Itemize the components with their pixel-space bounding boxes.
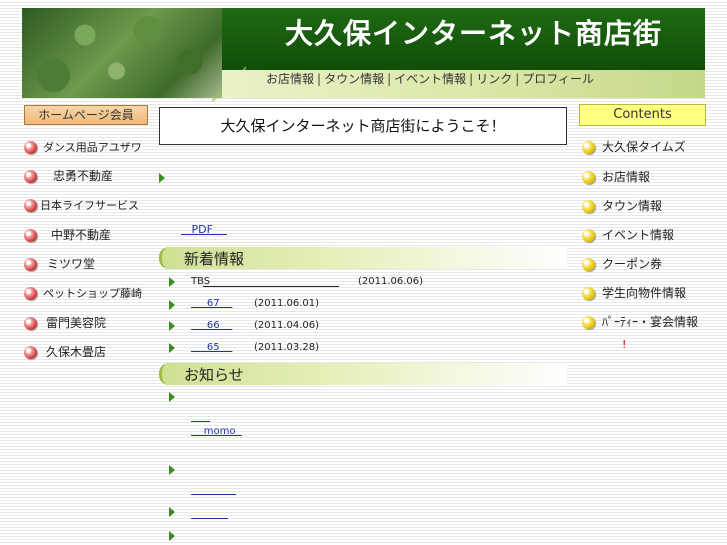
nav-profile[interactable]: プロフィール — [522, 72, 594, 86]
member-link-mitsuwado[interactable]: ミツワ堂 — [24, 255, 95, 273]
contents-label: クーポン券 — [602, 257, 663, 271]
contents-link-party[interactable]: ﾊﾟｰﾃｨｰ・宴会情報 — [582, 313, 698, 331]
contents-label: お店情報 — [602, 170, 651, 184]
news-section-header: 新着情報 — [159, 247, 567, 269]
contents-label: 学生向物件情報 — [602, 286, 687, 300]
news-item-link[interactable]: 65 — [191, 342, 232, 353]
nav-town-info[interactable]: タウン情報 — [324, 72, 384, 86]
green-triangle-icon — [169, 321, 175, 331]
pink-ball-icon — [24, 199, 37, 212]
pdf-link[interactable]: PDF — [181, 223, 227, 236]
nav-shop-info[interactable]: お店情報 — [266, 72, 314, 86]
news-item-date: (2011.06.06) — [358, 276, 424, 287]
member-link-kaminarimon[interactable]: 雷門美容院 — [24, 314, 106, 332]
member-link-kuboki[interactable]: 久保木畳店 — [24, 343, 106, 361]
notice-section-title: お知らせ — [184, 366, 244, 384]
nav-separator: | — [387, 72, 392, 86]
notice-link-short[interactable] — [191, 421, 210, 422]
yellow-ball-icon — [582, 316, 595, 329]
green-triangle-icon — [169, 277, 175, 287]
new-marker: ! — [622, 338, 627, 351]
member-label: ダンス用品アユザワ — [43, 141, 142, 154]
yellow-ball-icon — [582, 287, 595, 300]
member-label: 日本ライフサービス — [40, 199, 139, 212]
news-item-date: (2011.03.28) — [254, 342, 320, 353]
green-triangle-icon — [169, 531, 175, 541]
pink-ball-icon — [24, 287, 37, 300]
pink-ball-icon — [24, 141, 37, 154]
pink-ball-icon — [24, 229, 37, 242]
member-link-fujisaki[interactable]: ペットショップ藤崎 — [24, 284, 142, 302]
members-heading: ホームページ会員 — [24, 105, 148, 125]
news-item-link[interactable]: 67 — [191, 298, 232, 309]
green-triangle-icon — [159, 173, 165, 183]
contents-link-town-info[interactable]: タウン情報 — [582, 197, 662, 215]
contents-label: ﾊﾟｰﾃｨｰ・宴会情報 — [602, 315, 699, 329]
news-item-date: (2011.04.06) — [254, 320, 320, 331]
nav-event-info[interactable]: イベント情報 — [394, 72, 466, 86]
yellow-ball-icon — [582, 200, 595, 213]
news-section-title: 新着情報 — [184, 250, 245, 268]
member-label: ペットショップ藤崎 — [43, 287, 142, 300]
news-item-link[interactable]: 66 — [191, 320, 232, 331]
member-link-ayuzawa[interactable]: ダンス用品アユザワ — [24, 138, 142, 156]
contents-label: タウン情報 — [602, 199, 663, 213]
member-label: ミツワ堂 — [47, 257, 96, 271]
contents-label: イベント情報 — [602, 228, 675, 242]
member-label: 忠勇不動産 — [53, 169, 114, 183]
contents-link-shop-info[interactable]: お店情報 — [582, 168, 650, 186]
nav-separator: | — [317, 72, 322, 86]
member-label: 久保木畳店 — [46, 345, 107, 359]
green-triangle-icon — [169, 343, 175, 353]
member-label: 雷門美容院 — [46, 316, 107, 330]
pink-ball-icon — [24, 258, 37, 271]
notice-link[interactable] — [191, 494, 236, 495]
contents-heading: Contents — [579, 104, 706, 126]
nav-separator: | — [515, 72, 520, 86]
nav-links[interactable]: リンク — [476, 72, 512, 86]
notice-section-header: お知らせ — [159, 363, 567, 385]
pink-ball-icon — [24, 346, 37, 359]
member-link-nakano[interactable]: 中野不動産 — [24, 226, 111, 244]
member-label: 中野不動産 — [51, 228, 112, 242]
pink-ball-icon — [24, 317, 37, 330]
news-item-link[interactable] — [203, 286, 339, 287]
pink-ball-icon — [24, 170, 37, 183]
green-triangle-icon — [169, 300, 175, 310]
contents-link-event-info[interactable]: イベント情報 — [582, 226, 674, 244]
nav-separator: | — [469, 72, 474, 86]
top-nav: お店情報 | タウン情報 | イベント情報 | リンク | プロフィール — [266, 70, 594, 87]
notice-link-momo[interactable]: momo — [191, 426, 242, 437]
header-park-photo — [22, 8, 232, 98]
contents-link-coupon[interactable]: クーポン券 — [582, 255, 662, 273]
member-link-chuyu[interactable]: 忠勇不動産 — [24, 167, 113, 185]
yellow-ball-icon — [582, 229, 595, 242]
welcome-banner: 大久保インターネット商店街にようこそ！ — [159, 107, 567, 145]
contents-link-student-housing[interactable]: 学生向物件情報 — [582, 284, 686, 302]
site-title[interactable]: 大久保インターネット商店街 — [285, 12, 662, 52]
news-item-date: (2011.06.01) — [254, 298, 320, 309]
yellow-ball-icon — [582, 258, 595, 271]
contents-link-okubo-times[interactable]: 大久保タイムズ — [582, 138, 686, 156]
yellow-ball-icon — [582, 171, 595, 184]
contents-label: 大久保タイムズ — [602, 140, 686, 154]
member-link-nihon-life[interactable]: 日本ライフサービス — [24, 196, 139, 214]
green-triangle-icon — [169, 507, 175, 517]
green-triangle-icon — [169, 392, 175, 402]
green-triangle-icon — [169, 465, 175, 475]
notice-link[interactable] — [191, 518, 228, 519]
yellow-ball-icon — [582, 141, 595, 154]
